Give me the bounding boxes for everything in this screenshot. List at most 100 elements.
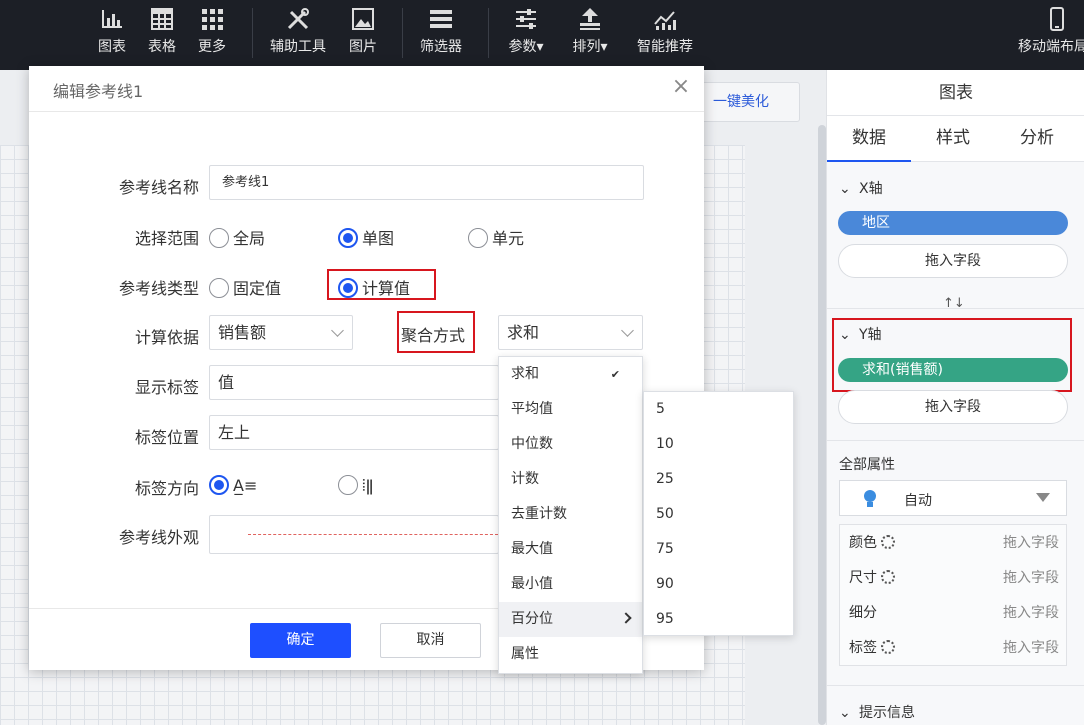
name-label: 参考线名称 (118, 178, 199, 197)
toolbar-params[interactable]: 参数▾ (502, 6, 550, 56)
toolbar-smart-recommend-label: 智能推荐 (637, 39, 693, 55)
percentile-option[interactable]: 10 (644, 427, 793, 462)
toolbar-params-label: 参数▾ (508, 39, 544, 55)
label-direction-horizontal-radio[interactable]: A̲≡ (209, 475, 257, 495)
toolbar-tools[interactable]: 辅助工具 (266, 6, 330, 56)
confirm-button[interactable]: 确定 (250, 623, 351, 658)
show-label-select[interactable]: 值 (209, 365, 499, 400)
agg-option-max[interactable]: 最大值 (499, 532, 642, 567)
gear-icon[interactable] (881, 535, 895, 549)
cancel-button[interactable]: 取消 (380, 623, 481, 658)
label-position-select[interactable]: 左上 (209, 415, 499, 450)
tools-icon (287, 8, 309, 30)
agg-option-attribute[interactable]: 属性 (499, 637, 642, 672)
beautify-button[interactable]: 一键美化 (690, 82, 800, 122)
tab-data[interactable]: 数据 (827, 116, 911, 162)
agg-option-count[interactable]: 计数 (499, 462, 642, 497)
toolbar-arrange[interactable]: 排列▾ (566, 6, 614, 56)
appearance-label: 参考线外观 (118, 528, 199, 547)
label-position-label: 标签位置 (134, 428, 199, 447)
gear-icon[interactable] (881, 640, 895, 654)
toolbar-tools-label: 辅助工具 (270, 39, 326, 55)
toolbar-image-label: 图片 (349, 39, 377, 55)
basis-select[interactable]: 销售额 (209, 315, 353, 350)
arrange-icon (580, 8, 600, 30)
label-label: 标签 (849, 640, 877, 656)
agg-option-percentile[interactable]: 百分位 (499, 602, 642, 637)
detail-drop-field[interactable]: 拖入字段 (1003, 598, 1059, 628)
mark-type-value: 自动 (904, 493, 932, 509)
agg-option-median[interactable]: 中位数 (499, 427, 642, 462)
type-fixed-radio[interactable]: 固定值 (209, 275, 281, 299)
x-axis-drop-field[interactable]: 拖入字段 (838, 244, 1068, 278)
toolbar-chart-label: 图表 (98, 39, 126, 55)
toolbar-separator (488, 8, 489, 58)
type-label: 参考线类型 (118, 279, 199, 298)
image-icon (352, 8, 374, 30)
percentile-option[interactable]: 25 (644, 462, 793, 497)
color-property-row[interactable]: 颜色 拖入字段 (849, 528, 1059, 558)
range-cell-radio[interactable]: 单元 (468, 225, 524, 249)
label-drop-field[interactable]: 拖入字段 (1003, 633, 1059, 663)
close-icon[interactable]: × (670, 76, 692, 98)
name-input[interactable]: 参考线1 (209, 165, 644, 200)
percentile-option[interactable]: 90 (644, 567, 793, 602)
toolbar-chart[interactable]: 图表 (93, 6, 131, 56)
toolbar-image[interactable]: 图片 (344, 6, 382, 56)
toolbar-mobile-layout[interactable]: 移动端布局 (1018, 6, 1084, 56)
range-single-chart-radio[interactable]: 单图 (338, 225, 394, 249)
agg-option-sum[interactable]: 求和 ✔ (499, 357, 642, 392)
agg-select[interactable]: 求和 (498, 315, 643, 350)
label-direction-vertical-radio[interactable]: ⦙ǁ (338, 475, 373, 496)
percentile-option[interactable]: 50 (644, 497, 793, 532)
percentile-option[interactable]: 5 (644, 392, 793, 427)
range-global-radio[interactable]: 全局 (209, 225, 265, 249)
toolbar-more[interactable]: 更多 (193, 6, 231, 56)
tab-analysis[interactable]: 分析 (995, 116, 1079, 162)
sliders-icon (516, 9, 536, 29)
size-label: 尺寸 (849, 570, 877, 586)
y-axis-drop-field[interactable]: 拖入字段 (838, 390, 1068, 424)
tab-style[interactable]: 样式 (911, 116, 995, 162)
range-label: 选择范围 (134, 229, 199, 248)
percentile-option[interactable]: 75 (644, 532, 793, 567)
toolbar-arrange-label: 排列▾ (572, 39, 608, 55)
toolbar-separator (402, 8, 403, 58)
tooltip-section-header[interactable]: ⌄ 提示信息 (839, 702, 915, 722)
canvas-scrollbar[interactable] (818, 125, 826, 725)
check-icon: ✔ (610, 368, 620, 381)
mark-type-select[interactable]: 自动 (839, 480, 1067, 516)
toolbar-separator (252, 8, 253, 58)
chart-properties-panel: 图表 数据 样式 分析 ⌄ X轴 地区 拖入字段 ↑↓ ⌄ Y轴 求和(销售额) 拖… (826, 70, 1084, 725)
size-property-row[interactable]: 尺寸 拖入字段 (849, 563, 1059, 593)
chevron-down-icon (621, 324, 634, 337)
agg-option-min[interactable]: 最小值 (499, 567, 642, 602)
size-drop-field[interactable]: 拖入字段 (1003, 563, 1059, 593)
label-property-row[interactable]: 标签 拖入字段 (849, 633, 1059, 663)
tooltip-label: 提示信息 (859, 705, 915, 721)
filter-list-icon (430, 10, 452, 28)
bulb-icon (864, 490, 876, 507)
toolbar-table[interactable]: 表格 (143, 6, 181, 56)
toolbar-smart-recommend[interactable]: 智能推荐 (632, 6, 698, 56)
panel-title: 图表 (827, 70, 1084, 116)
chevron-down-icon: ⌄ (839, 705, 851, 721)
divider (827, 440, 1084, 441)
appearance-selector[interactable] (209, 515, 499, 554)
chevron-down-icon: ⌄ (839, 181, 851, 197)
color-drop-field[interactable]: 拖入字段 (1003, 528, 1059, 558)
agg-option-distinct-count[interactable]: 去重计数 (499, 497, 642, 532)
chevron-down-icon (331, 324, 344, 337)
gear-icon[interactable] (881, 570, 895, 584)
show-label-label: 显示标签 (134, 378, 199, 397)
bar-chart-icon (102, 10, 122, 28)
agg-option-average[interactable]: 平均值 (499, 392, 642, 427)
percentile-option[interactable]: 95 (644, 602, 793, 637)
text-horizontal-icon: A̲≡ (233, 476, 258, 495)
percentile-submenu: 5 10 25 50 75 90 95 (643, 391, 794, 636)
detail-property-row[interactable]: 细分 拖入字段 (849, 598, 1059, 628)
x-axis-field-pill[interactable]: 地区 (838, 211, 1068, 235)
detail-label: 细分 (849, 605, 877, 621)
toolbar-filter[interactable]: 筛选器 (416, 6, 466, 56)
x-axis-section-header[interactable]: ⌄ X轴 (839, 178, 883, 198)
